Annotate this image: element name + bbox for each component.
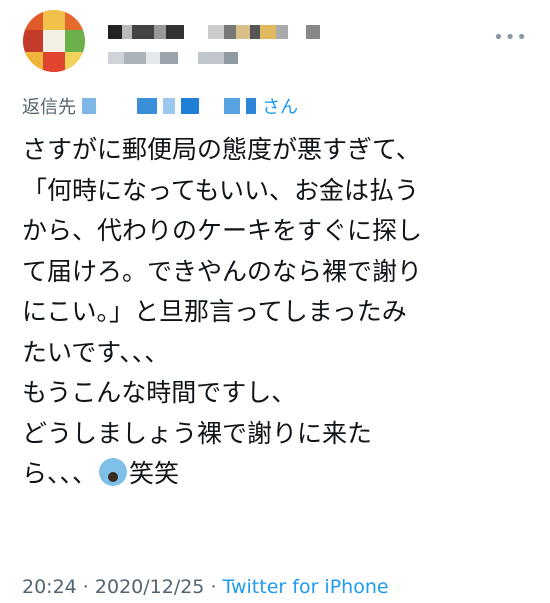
tweet-line: たいです、、、 [22, 337, 170, 367]
tweet-line: て届けろ。できやんのなら裸で謝り [22, 256, 423, 286]
tweet-time[interactable]: 20:24 [22, 576, 77, 598]
tweet-text: さすがに郵便局の態度が悪すぎて、 「何時になってもいい、お金は払う から、代わり… [22, 130, 532, 495]
tweet-line-suffix: 笑笑 [129, 459, 180, 488]
tweet-line: さすがに郵便局の態度が悪すぎて、 [22, 135, 421, 164]
meta-separator: · [76, 576, 95, 598]
tweet-line: から、代わりのケーキをすぐに探し [22, 216, 423, 245]
more-options-icon[interactable]: ••• [493, 27, 528, 48]
tweet-line: にこい。」と旦那言ってしまったみ [22, 297, 407, 326]
handle-blurred [108, 52, 238, 64]
tweet-line: ら、、、 [22, 459, 98, 488]
tweet-line: もうこんな時間ですし、 [22, 378, 297, 407]
face-screaming-in-fear-icon [99, 458, 128, 486]
tweet-line: 「何時になってもいい、お金は払う [22, 175, 420, 205]
tweet-line: どうしましょう裸で謝りに来た [22, 418, 373, 448]
tweet-metadata: 20:24 · 2020/12/25 · Twitter for iPhone [22, 576, 389, 598]
tweet-date[interactable]: 2020/12/25 [95, 576, 205, 598]
avatar[interactable] [23, 10, 85, 72]
reply-prefix: 返信先 [22, 97, 76, 118]
tweet-line-last: ら、、、 笑笑 [22, 454, 532, 495]
meta-separator: · [204, 576, 223, 598]
display-name-blurred[interactable] [108, 25, 320, 39]
tweet-source-link[interactable]: Twitter for iPhone [223, 576, 389, 598]
reply-to-line: 返信先 さん [22, 93, 298, 119]
reply-suffix[interactable]: さん [262, 93, 298, 119]
reply-handle-blurred[interactable] [82, 98, 257, 114]
